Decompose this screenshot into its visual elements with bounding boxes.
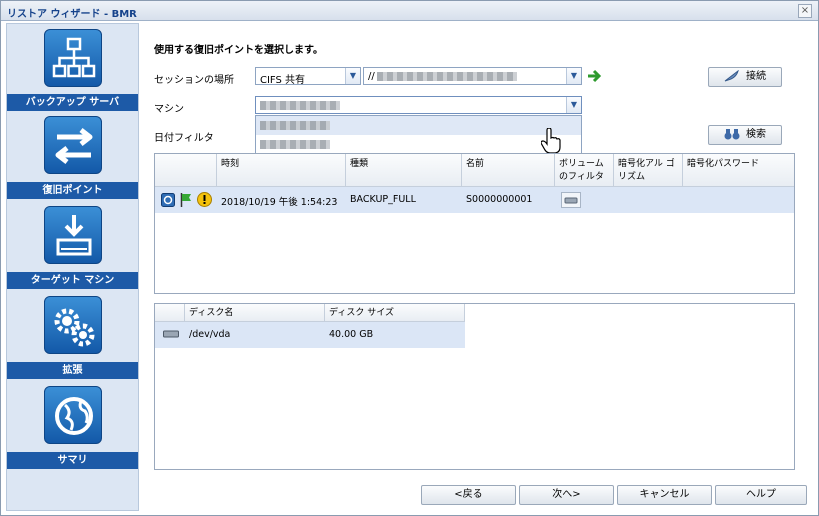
session-path-value: // (368, 71, 517, 82)
disk-drive-icon (163, 329, 179, 339)
column-header-time[interactable]: 時刻 (217, 154, 346, 187)
chevron-down-icon[interactable]: ▼ (345, 68, 360, 84)
sidebar-item-advanced[interactable]: 拡張 (7, 294, 138, 384)
go-arrow-icon[interactable] (586, 68, 602, 84)
title-bar: リストア ウィザード - BMR × (1, 1, 818, 21)
table-row[interactable]: 2018/10/19 午後 1:54:23 BACKUP_FULL S00000… (155, 187, 794, 213)
cancel-button[interactable]: キャンセル (617, 485, 712, 505)
feather-icon (724, 69, 740, 82)
sidebar-item-label: 復旧ポイント (7, 182, 138, 199)
search-button[interactable]: 検索 (708, 125, 782, 145)
help-button[interactable]: ヘルプ (715, 485, 807, 505)
sidebar-item-target-machine[interactable]: ターゲット マシン (7, 204, 138, 294)
session-location-label: セッションの場所 (154, 75, 234, 86)
column-header-encryption-algorithm[interactable]: 暗号化アル ゴリズム (614, 154, 683, 187)
sidebar-item-recovery-point[interactable]: 復旧ポイント (7, 114, 138, 204)
column-header-volume-filter[interactable]: ボリューム のフィルタ (555, 154, 614, 187)
column-header-name[interactable]: 名前 (462, 154, 555, 187)
disk-table: ディスク名 ディスク サイズ /dev/vda 40.00 GB (154, 303, 795, 470)
wizard-content: 使用する復旧ポイントを選択します。 セッションの場所 CIFS 共有 ▼ // … (141, 23, 814, 511)
column-header-type[interactable]: 種類 (346, 154, 462, 187)
server-network-icon (44, 29, 102, 87)
arrows-exchange-icon (44, 116, 102, 174)
machine-label: マシン (154, 104, 184, 115)
gears-icon (44, 296, 102, 354)
date-filter-label: 日付フィルタ (154, 133, 214, 144)
disk-size: 40.00 GB (329, 329, 374, 340)
binoculars-icon (724, 128, 740, 140)
hand-cursor-icon (540, 127, 561, 154)
sidebar-item-label: バックアップ サーバ (7, 94, 138, 111)
volume-filter-button[interactable] (561, 192, 581, 208)
restore-wizard-window: リストア ウィザード - BMR × バックアップ サーバ 復旧ポイント ターゲ… (0, 0, 819, 516)
column-header-disk-size[interactable]: ディスク サイズ (325, 304, 465, 322)
chevron-down-icon[interactable]: ▼ (566, 97, 581, 113)
row-time: 2018/10/19 午後 1:54:23 (221, 197, 338, 208)
warning-icon (197, 192, 212, 207)
window-title: リストア ウィザード - BMR (7, 9, 137, 20)
backup-type-icon (161, 193, 175, 207)
sidebar-item-backup-server[interactable]: バックアップ サーバ (7, 24, 138, 114)
session-type-value: CIFS 共有 (260, 75, 306, 86)
next-button[interactable]: 次へ> (519, 485, 614, 505)
download-drive-icon (44, 206, 102, 264)
close-icon[interactable]: × (798, 4, 812, 18)
page-title: 使用する復旧ポイントを選択します。 (154, 45, 323, 56)
row-name: S0000000001 (466, 194, 533, 205)
session-type-select[interactable]: CIFS 共有 ▼ (255, 67, 361, 86)
globe-icon (44, 386, 102, 444)
disk-name: /dev/vda (189, 329, 231, 340)
machine-value (260, 100, 340, 111)
list-item[interactable] (256, 116, 581, 135)
connect-button[interactable]: 接続 (708, 67, 782, 87)
sidebar-item-label: 拡張 (7, 362, 138, 379)
back-button[interactable]: <戻る (421, 485, 516, 505)
connect-button-label: 接続 (746, 71, 766, 82)
chevron-down-icon[interactable]: ▼ (566, 68, 581, 84)
session-path-input[interactable]: // ▼ (363, 67, 582, 85)
column-header-disk-name[interactable]: ディスク名 (185, 304, 325, 322)
list-item[interactable] (256, 135, 581, 154)
machine-select[interactable]: ▼ (255, 96, 582, 114)
row-type: BACKUP_FULL (350, 194, 416, 205)
sidebar-item-label: ターゲット マシン (7, 272, 138, 289)
column-header-encryption-password[interactable]: 暗号化パスワード (683, 154, 794, 187)
flag-icon (180, 193, 192, 207)
recovery-points-table: 時刻 種類 名前 ボリューム のフィルタ 暗号化アル ゴリズム 暗号化パスワード… (154, 153, 795, 294)
sidebar-item-label: サマリ (7, 452, 138, 469)
wizard-sidebar: バックアップ サーバ 復旧ポイント ターゲット マシン 拡張 サマリ (6, 23, 139, 511)
column-header-icons (155, 154, 217, 187)
column-header-disk-icon (155, 304, 185, 322)
search-button-label: 検索 (746, 129, 766, 140)
machine-dropdown-list (255, 115, 582, 155)
table-row[interactable]: /dev/vda 40.00 GB (155, 322, 465, 348)
sidebar-item-summary[interactable]: サマリ (7, 384, 138, 474)
